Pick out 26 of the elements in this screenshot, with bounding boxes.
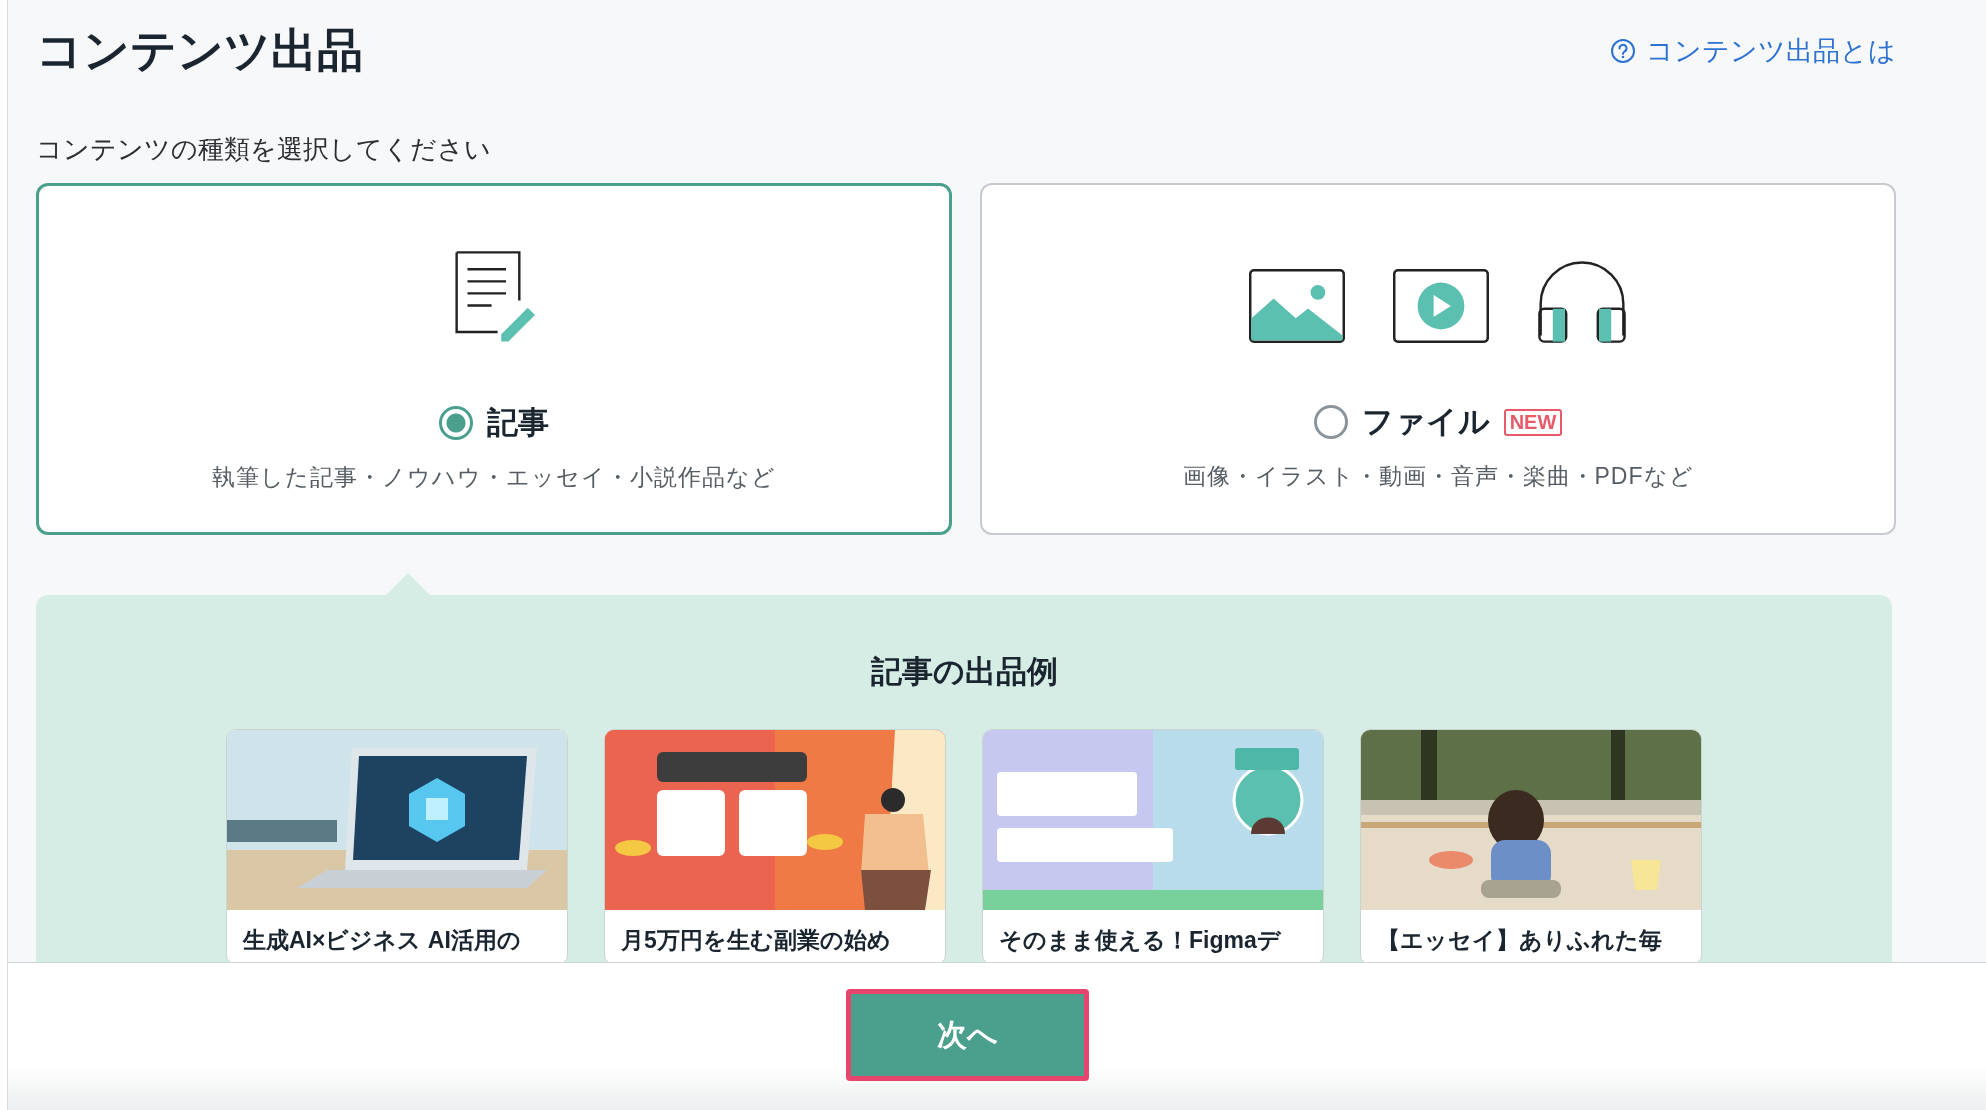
headphones-icon bbox=[1537, 260, 1627, 343]
content-type-card[interactable]: ファイル NEW 画像・イラスト・動画・音声・楽曲・PDFなど bbox=[980, 183, 1896, 535]
example-card[interactable]: そのまま使える！Figmaデ bbox=[982, 729, 1324, 965]
help-link[interactable]: コンテンツ出品とは bbox=[1610, 33, 1896, 69]
page-title: コンテンツ出品 bbox=[36, 23, 363, 78]
example-title: 月5万円を生む副業の始め bbox=[620, 926, 892, 955]
example-title: そのまま使える！Figmaデ bbox=[998, 926, 1283, 955]
example-card[interactable]: 月5万円を生む副業の始め bbox=[604, 729, 946, 965]
content-type-description: 執筆した記事・ノウハウ・エッセイ・小説作品など bbox=[212, 463, 776, 492]
example-title: 生成AI×ビジネス AI活用の bbox=[241, 926, 522, 955]
document-pencil-icon bbox=[453, 250, 535, 344]
play-icon bbox=[1393, 269, 1489, 343]
help-icon bbox=[1610, 38, 1636, 64]
content-type-description: 画像・イラスト・動画・音声・楽曲・PDFなど bbox=[1182, 462, 1694, 491]
content-type-card[interactable]: 記事 執筆した記事・ノウハウ・エッセイ・小説作品など bbox=[36, 183, 952, 535]
example-card[interactable]: 【エッセイ】ありふれた毎 bbox=[1360, 729, 1702, 965]
prompt-text: コンテンツの種類を選択してください bbox=[36, 133, 492, 166]
new-badge: NEW bbox=[1503, 408, 1563, 436]
example-title: 【エッセイ】ありふれた毎 bbox=[1376, 926, 1663, 955]
image-icon bbox=[1249, 269, 1345, 343]
content-type-label: 記事 bbox=[487, 404, 549, 442]
example-card[interactable]: 生成AI×ビジネス AI活用の bbox=[226, 729, 568, 965]
examples-title: 記事の出品例 bbox=[869, 653, 1059, 691]
radio-button[interactable] bbox=[1313, 405, 1348, 439]
radio-button[interactable] bbox=[439, 406, 473, 440]
content-type-label: ファイル bbox=[1361, 403, 1490, 441]
